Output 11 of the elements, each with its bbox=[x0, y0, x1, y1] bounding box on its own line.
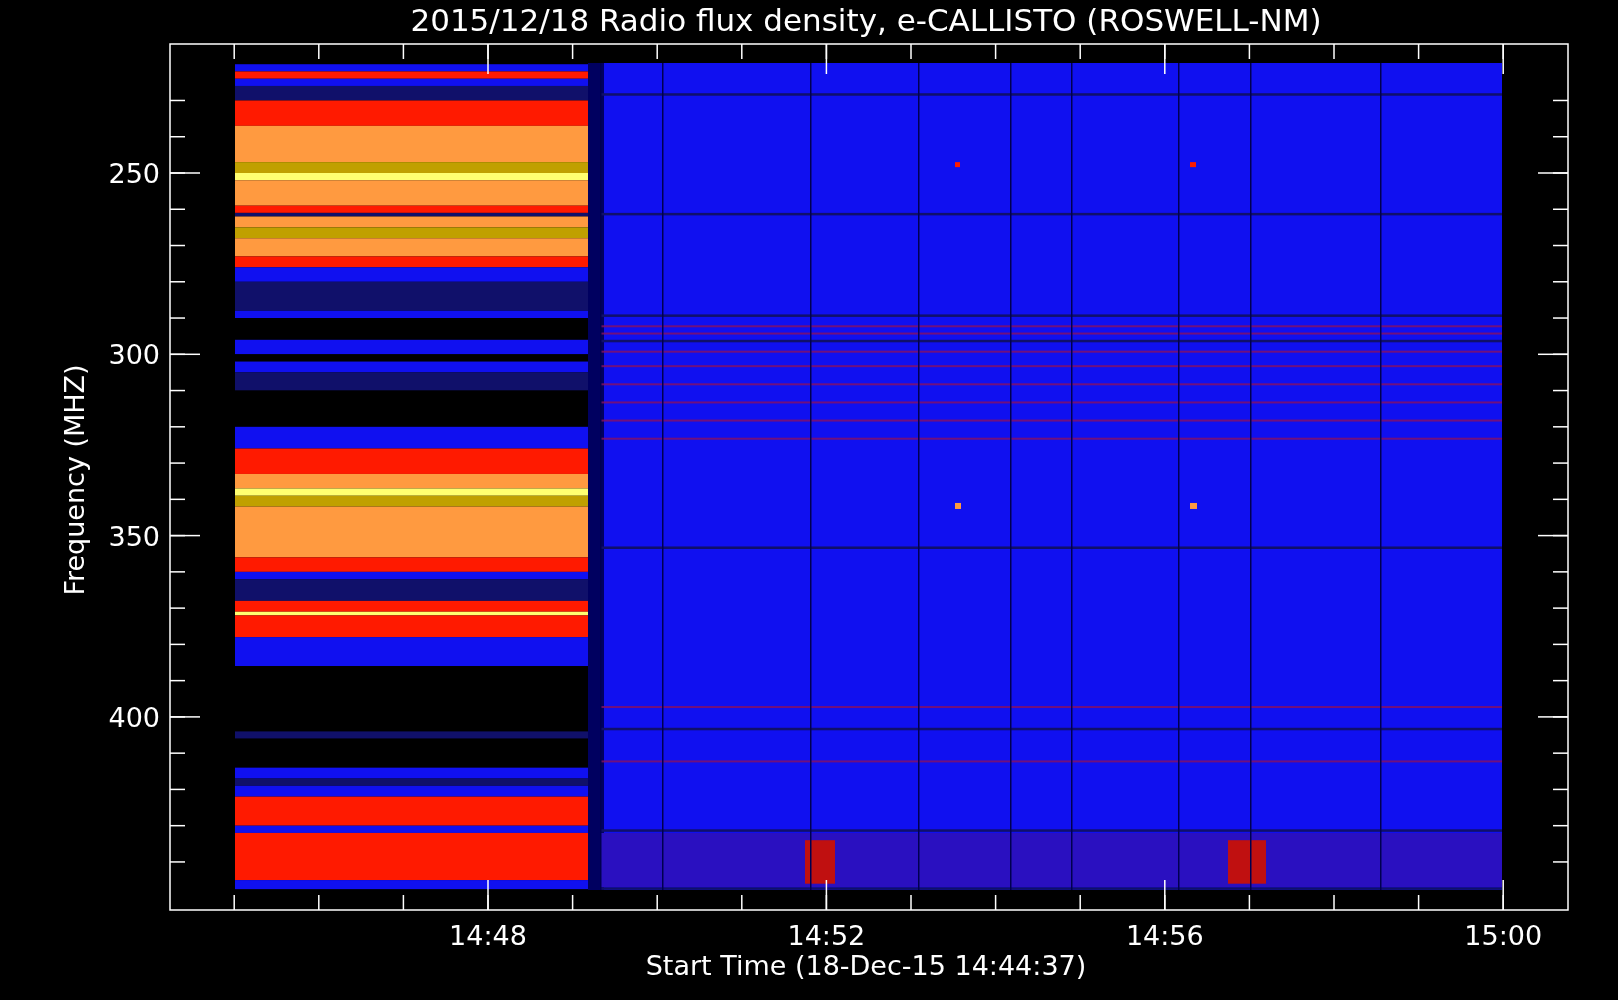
x-tick-label: 14:52 bbox=[787, 920, 866, 951]
y-axis-label: Frequency (MHZ) bbox=[59, 364, 90, 596]
chart-title: 2015/12/18 Radio flux density, e-CALLISTO (ROSWELL-NM) bbox=[410, 2, 1322, 38]
x-tick-label: 14:56 bbox=[1125, 920, 1204, 951]
y-tick-label: 350 bbox=[108, 520, 160, 552]
y-tick-label: 250 bbox=[108, 158, 160, 189]
y-tick-label: 400 bbox=[108, 701, 160, 733]
x-tick-label: 14:48 bbox=[449, 920, 527, 951]
x-axis-label: Start Time (18-Dec-15 14:44:37) bbox=[645, 950, 1087, 981]
y-tick-label: 300 bbox=[108, 339, 160, 371]
x-tick-label: 15:00 bbox=[1464, 920, 1543, 951]
